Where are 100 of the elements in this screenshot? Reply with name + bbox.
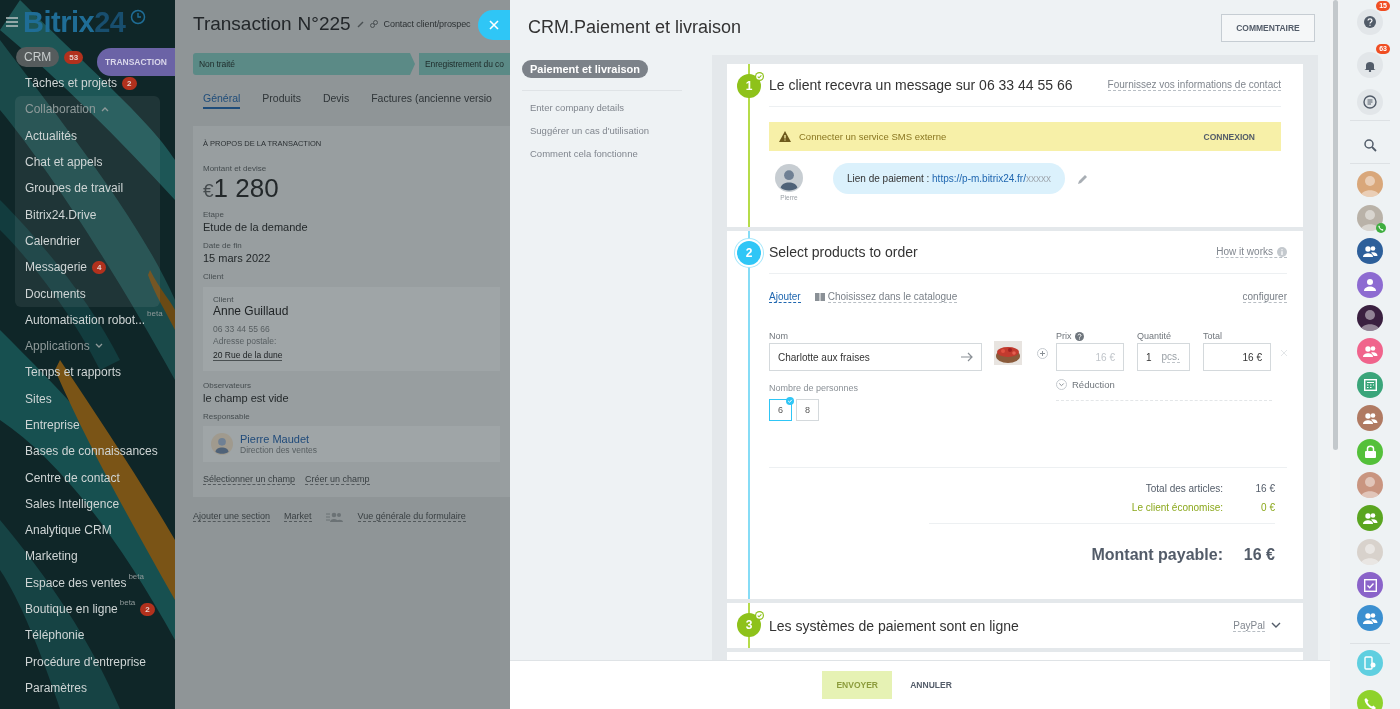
group-icon[interactable]	[1357, 405, 1383, 432]
product-name-field[interactable]: Charlotte aux fraises	[769, 343, 982, 371]
bell-button[interactable]	[1357, 52, 1383, 78]
menu-group-header[interactable]: Applications	[25, 339, 90, 354]
menu-group-header[interactable]: Collaboration	[25, 102, 96, 117]
footer-link[interactable]: Market	[284, 511, 312, 522]
stage-bar[interactable]: Non traité	[193, 53, 415, 75]
plus-icon[interactable]	[1037, 348, 1048, 359]
address-link[interactable]: 20 Rue de la dune	[213, 350, 283, 361]
step-title: Select products to order	[769, 244, 918, 260]
menu-item[interactable]: Tâches et projets	[25, 76, 118, 91]
check-icon	[755, 611, 764, 620]
total-label: Le client économise:	[1130, 502, 1223, 513]
cancel-button[interactable]: ANNULER	[904, 679, 958, 691]
total-field[interactable]: 16 €	[1203, 343, 1271, 371]
arrow-right-icon[interactable]	[961, 352, 973, 362]
payment-dropdown[interactable]: PayPal	[1233, 619, 1265, 632]
nav-item[interactable]: Enter company details	[522, 96, 702, 119]
device-icon[interactable]	[1357, 650, 1383, 677]
menu-item[interactable]: Temps et rapports	[25, 365, 122, 380]
tab[interactable]: Produits	[262, 85, 301, 109]
person-name[interactable]: Pierre Maudet	[240, 433, 317, 445]
task-icon[interactable]	[1357, 572, 1383, 599]
menu-item[interactable]: Espace des ventes	[25, 575, 127, 590]
nav-item[interactable]: Comment cela fonctionne	[522, 142, 702, 165]
user-icon[interactable]	[1357, 271, 1383, 298]
close-button[interactable]	[478, 10, 510, 40]
footer-link[interactable]: Ajouter une section	[193, 511, 271, 522]
stage-bar[interactable]: Enregistrement du co	[419, 53, 510, 75]
menu-item[interactable]: Centre de contact	[25, 470, 120, 485]
nav-item[interactable]: Paiement et livraison	[522, 60, 649, 78]
menu-item[interactable]: Analytique CRM	[25, 523, 112, 538]
field-link[interactable]: Sélectionner un champ	[203, 474, 296, 485]
menu-item[interactable]: Sites	[25, 391, 52, 406]
users-icon	[325, 511, 344, 522]
clock-icon[interactable]	[130, 9, 147, 25]
total-label: Total des articles:	[1144, 483, 1223, 494]
add-link[interactable]: Ajouter	[769, 291, 801, 303]
configure-link[interactable]: configurer	[1242, 291, 1287, 303]
menu-item[interactable]: Groupes de travail	[25, 181, 124, 196]
category-label[interactable]: Contact client/prospec	[383, 19, 471, 29]
menu-item[interactable]: Bitrix24.Drive	[25, 207, 97, 222]
help-link[interactable]: How it works	[1216, 246, 1287, 258]
menu-item[interactable]: Boutique en ligne	[25, 602, 118, 617]
pencil-icon[interactable]	[356, 20, 364, 28]
field-label: Total	[1203, 330, 1223, 343]
menu-item[interactable]: Marketing	[25, 549, 78, 564]
tab[interactable]: Factures (ancienne versio	[371, 85, 492, 109]
comment-button[interactable]: COMMENTAIRE	[1221, 13, 1315, 42]
field-value: 15 mars 2022	[203, 252, 272, 264]
menu-item[interactable]: Sales Intelligence	[25, 496, 120, 511]
group-icon[interactable]	[1357, 238, 1383, 265]
client-name[interactable]: Anne Guillaud	[213, 304, 490, 318]
chat-button[interactable]	[1357, 89, 1383, 115]
payment-link[interactable]: https://p-m.bitrix24.fr/xxxxx	[932, 173, 1051, 184]
menu-item[interactable]: Bases de connaissances	[25, 444, 158, 459]
connect-button[interactable]: CONNEXION	[1197, 130, 1261, 143]
transaction-tab[interactable]: TRANSACTION	[97, 48, 175, 76]
scrollbar[interactable]	[1333, 0, 1338, 450]
chevron-down-icon	[1271, 622, 1281, 629]
menu-item[interactable]: Téléphonie	[25, 628, 85, 643]
menu-item[interactable]: Actualités	[25, 128, 78, 143]
menu-item[interactable]: Calendrier	[25, 233, 81, 248]
pencil-icon[interactable]	[1077, 174, 1088, 185]
menu-item[interactable]: Paramètres	[25, 680, 88, 695]
menu-icon[interactable]	[6, 17, 18, 27]
menu-item[interactable]: Chat et appels	[25, 155, 103, 170]
footer-link[interactable]: Vue générale du formulaire	[357, 511, 466, 522]
lock-icon[interactable]	[1357, 438, 1383, 465]
menu-item[interactable]: Documents	[25, 286, 86, 301]
group-icon[interactable]	[1357, 338, 1383, 365]
link-icon[interactable]	[369, 20, 378, 28]
help-icon[interactable]	[1074, 331, 1084, 341]
option-button[interactable]: 8	[796, 399, 819, 421]
discount-toggle[interactable]: Réduction	[1072, 379, 1115, 390]
tab[interactable]: Général	[203, 85, 241, 109]
phone-icon[interactable]	[1357, 690, 1383, 709]
quantity-field[interactable]: 1 pcs.	[1137, 343, 1190, 371]
contact-info-link[interactable]: Fournissez vos informations de contact	[1107, 79, 1281, 91]
chat-icon	[1363, 95, 1377, 109]
option-button[interactable]: 6	[769, 399, 792, 421]
calendar-icon[interactable]	[1357, 371, 1383, 398]
menu-item[interactable]: Automatisation robot...	[25, 312, 146, 327]
deal-title: Transaction	[193, 13, 292, 35]
menu-item[interactable]: Messagerie	[25, 260, 88, 275]
menu-item[interactable]: Procédure d'entreprise	[25, 654, 147, 669]
total-value: 16 €	[1254, 483, 1275, 494]
menu-item[interactable]: Entreprise	[25, 418, 80, 432]
chevron-down-icon	[1056, 379, 1067, 390]
group-icon[interactable]	[1357, 605, 1383, 632]
tab[interactable]: Devis	[322, 85, 350, 109]
nav-item[interactable]: Suggérer un cas d'utilisation	[522, 119, 702, 142]
catalog-link[interactable]: Choisissez dans le catalogue	[827, 291, 958, 303]
group-icon[interactable]	[1357, 505, 1383, 532]
search-icon	[1363, 138, 1377, 152]
deal-number: N°225	[297, 13, 351, 35]
field-link[interactable]: Créer un champ	[305, 474, 370, 485]
field-label: Adresse postale:	[213, 336, 278, 346]
avatar[interactable]	[1357, 304, 1383, 331]
help-button[interactable]	[1357, 9, 1383, 35]
